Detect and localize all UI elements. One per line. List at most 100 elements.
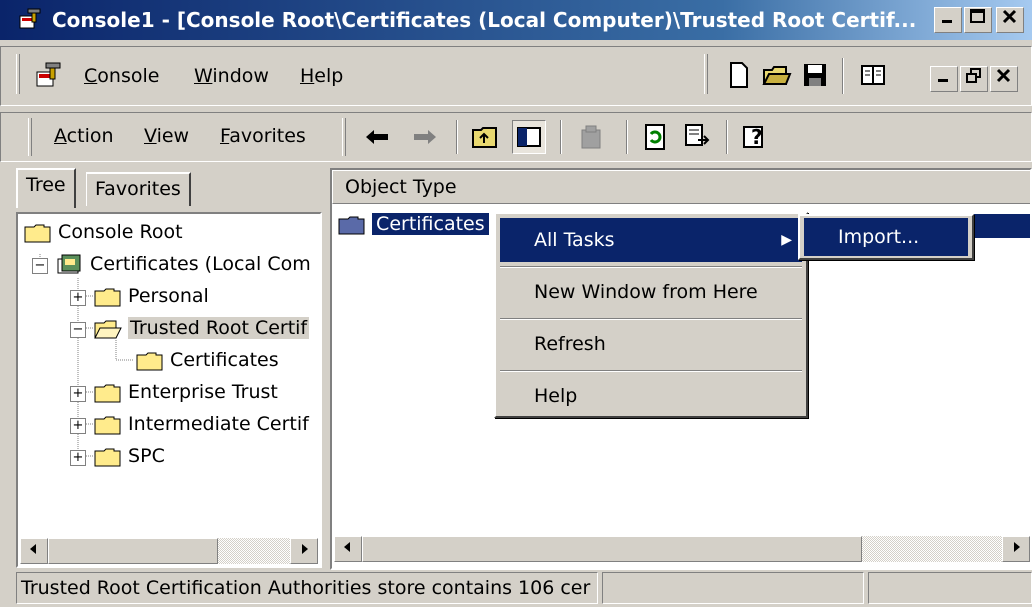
scroll-left-button[interactable] (20, 538, 48, 564)
menu-item-import[interactable]: Import... (804, 218, 968, 256)
submenu: Import... (798, 214, 974, 260)
close-button[interactable] (996, 7, 1024, 33)
delete-icon[interactable] (576, 122, 606, 152)
menu-item-all-tasks[interactable]: All Tasks ▶ (500, 218, 802, 262)
status-pane-2 (602, 572, 864, 604)
scroll-right-button[interactable] (290, 538, 318, 564)
menu-separator (500, 266, 802, 268)
title-bar[interactable]: Console1 - [Console Root\Certificates (L… (0, 0, 1032, 40)
tree-item-trusted-root[interactable]: Trusted Root Certif (94, 312, 310, 344)
column-header-object-type[interactable]: Object Type (332, 170, 1030, 204)
export-list-icon[interactable] (682, 122, 712, 152)
menu-action[interactable]: Action (54, 116, 114, 156)
action-grip[interactable] (28, 118, 32, 156)
tree-item-label: Personal (128, 285, 209, 307)
column-header-label: Object Type (345, 176, 457, 198)
forward-arrow-icon[interactable] (410, 122, 440, 152)
child-restore-button[interactable] (960, 66, 988, 92)
scroll-track[interactable] (862, 536, 1002, 562)
certificate-snapin-icon (57, 254, 81, 273)
help-icon[interactable]: ? (740, 122, 770, 152)
menu-item-label: Refresh (534, 333, 606, 355)
minimize-button[interactable] (934, 7, 962, 33)
up-one-level-icon[interactable] (470, 122, 500, 152)
toolbar-grip[interactable] (704, 54, 708, 94)
toolbar-separator (842, 58, 844, 94)
status-bar: Trusted Root Certification Authorities s… (0, 570, 1032, 607)
tree-item-label: Enterprise Trust (128, 381, 278, 403)
tree-item-label: Intermediate Certif (128, 413, 309, 435)
scroll-thumb[interactable] (48, 538, 218, 564)
menu-item-help[interactable]: Help (500, 374, 802, 418)
tab-tree[interactable]: Tree (16, 168, 76, 208)
tree-view[interactable]: Console Root − Certificates (Local Com +… (16, 212, 322, 568)
folder-icon (24, 224, 51, 242)
menu-item-new-window[interactable]: New Window from Here (500, 270, 802, 314)
refresh-icon[interactable] (640, 122, 670, 152)
menu-help[interactable]: Help (300, 56, 343, 96)
tree-horizontal-scrollbar[interactable] (18, 536, 320, 566)
folder-icon (94, 416, 121, 434)
menu-console[interactable]: Console (84, 56, 159, 96)
new-document-icon[interactable] (724, 60, 754, 90)
menu-view[interactable]: View (144, 116, 189, 156)
save-icon[interactable] (800, 60, 830, 90)
menu-window[interactable]: Window (194, 56, 269, 96)
tree-item-certificates-local[interactable]: Certificates (Local Com (56, 248, 311, 280)
menu-grip[interactable] (16, 54, 20, 94)
list-row-certificates[interactable]: Certificates (338, 210, 489, 238)
folder-icon (338, 216, 365, 234)
submenu-arrow-icon: ▶ (781, 232, 792, 248)
child-close-button[interactable] (990, 66, 1018, 92)
toolbar-separator (560, 120, 562, 154)
tree-item-console-root[interactable]: Console Root (24, 216, 183, 248)
menu-item-refresh[interactable]: Refresh (500, 322, 802, 366)
back-arrow-icon[interactable] (362, 122, 392, 152)
toolbar-separator (726, 120, 728, 154)
child-minimize-button[interactable] (930, 66, 958, 92)
open-folder-icon[interactable] (762, 60, 792, 90)
show-hide-tree-icon[interactable] (858, 60, 888, 90)
tree-item-label: Trusted Root Certif (128, 317, 310, 339)
nav-toolbar-grip[interactable] (342, 118, 346, 156)
scroll-right-button[interactable] (1002, 536, 1030, 562)
tree-expand-toggle[interactable]: + (70, 418, 86, 434)
status-text: Trusted Root Certification Authorities s… (21, 577, 591, 599)
action-bar: Action View Favorites ? (0, 110, 1032, 164)
scroll-left-button[interactable] (334, 536, 362, 562)
open-folder-icon (94, 320, 122, 338)
menu-item-label: Import... (838, 226, 920, 248)
status-pane-3 (868, 572, 1032, 604)
show-hide-console-tree-icon[interactable] (512, 120, 546, 154)
tree-expand-toggle[interactable]: + (70, 290, 86, 306)
toolbar-separator (456, 120, 458, 154)
scroll-thumb[interactable] (362, 536, 862, 562)
window-title: Console1 - [Console Root\Certificates (L… (52, 8, 917, 32)
maximize-button[interactable] (964, 7, 992, 33)
left-pane: Tree Favorites Console Root − Certificat… (0, 166, 330, 570)
tree-collapse-toggle[interactable]: − (70, 322, 86, 338)
status-pane-main: Trusted Root Certification Authorities s… (16, 572, 598, 604)
tab-favorites[interactable]: Favorites (86, 172, 191, 206)
menu-separator (500, 318, 802, 320)
console-app-icon (34, 62, 64, 90)
toolbar-separator (626, 120, 628, 154)
list-horizontal-scrollbar[interactable] (332, 534, 1030, 566)
tree-item-enterprise-trust[interactable]: Enterprise Trust (94, 376, 278, 408)
menu-separator (500, 370, 802, 372)
menu-favorites[interactable]: Favorites (220, 116, 306, 156)
scroll-track[interactable] (218, 538, 290, 564)
tree-item-spc[interactable]: SPC (94, 440, 165, 472)
tree-item-certificates[interactable]: Certificates (136, 344, 279, 376)
folder-icon (94, 448, 121, 466)
menu-bar: Console Window Help (0, 40, 1032, 110)
mmc-console-icon (18, 8, 44, 32)
tree-expand-toggle[interactable]: + (70, 450, 86, 466)
tree-item-intermediate[interactable]: Intermediate Certif (94, 408, 309, 440)
tree-item-personal[interactable]: Personal (94, 280, 209, 312)
menu-console-label: onsole (97, 65, 160, 87)
tree-collapse-toggle[interactable]: − (32, 258, 48, 274)
tree-expand-toggle[interactable]: + (70, 386, 86, 402)
menu-item-label: New Window from Here (534, 281, 758, 303)
list-row-label: Certificates (372, 213, 489, 235)
